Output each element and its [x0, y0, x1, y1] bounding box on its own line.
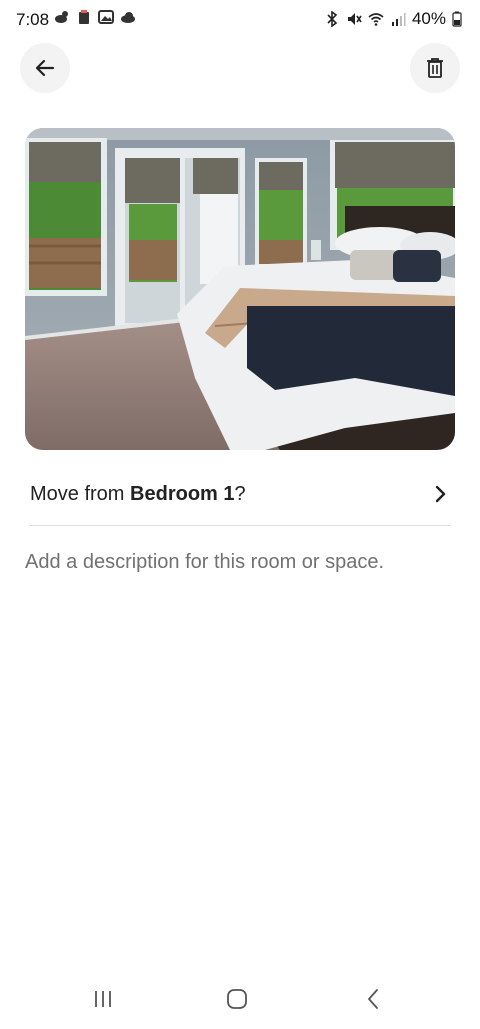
cloud-sun-icon: [55, 11, 68, 23]
back-button[interactable]: [20, 43, 70, 93]
system-back-button[interactable]: [358, 984, 388, 1014]
signal-icon: [391, 13, 406, 26]
recents-button[interactable]: [88, 984, 118, 1014]
status-bar: 7:08 40%: [0, 0, 480, 40]
description-input[interactable]: Add a description for this room or space…: [25, 551, 384, 574]
app-notification-icon: [79, 10, 89, 24]
mute-icon: [347, 13, 362, 25]
current-room-name: Bedroom 1: [130, 482, 235, 505]
delete-button[interactable]: [410, 43, 460, 93]
bedroom-photo: [25, 128, 455, 450]
status-time: 7:08: [16, 10, 50, 29]
bluetooth-icon: [327, 11, 338, 27]
battery-icon: [452, 11, 462, 27]
system-nav-bar: [0, 970, 480, 1029]
back-icon: [368, 989, 378, 1009]
status-notification-icons: [54, 9, 136, 25]
move-room-label: Move from Bedroom 1?: [30, 483, 246, 506]
gallery-icon: [98, 10, 114, 24]
room-photo[interactable]: [25, 128, 455, 450]
recents-icon: [95, 991, 111, 1007]
divider: [30, 525, 450, 526]
wifi-icon: [368, 13, 384, 26]
chevron-right-icon: [435, 485, 446, 503]
home-icon: [227, 989, 247, 1009]
home-button[interactable]: [222, 984, 252, 1014]
trash-icon: [427, 58, 443, 78]
battery-percent: 40%: [411, 9, 446, 28]
arrow-left-icon: [35, 59, 55, 77]
cloud-icon: [121, 12, 135, 23]
move-suffix: ?: [234, 482, 246, 505]
status-system-icons: 40%: [324, 9, 462, 29]
move-room-row[interactable]: Move from Bedroom 1?: [30, 470, 450, 518]
move-prefix: Move from: [30, 482, 131, 505]
